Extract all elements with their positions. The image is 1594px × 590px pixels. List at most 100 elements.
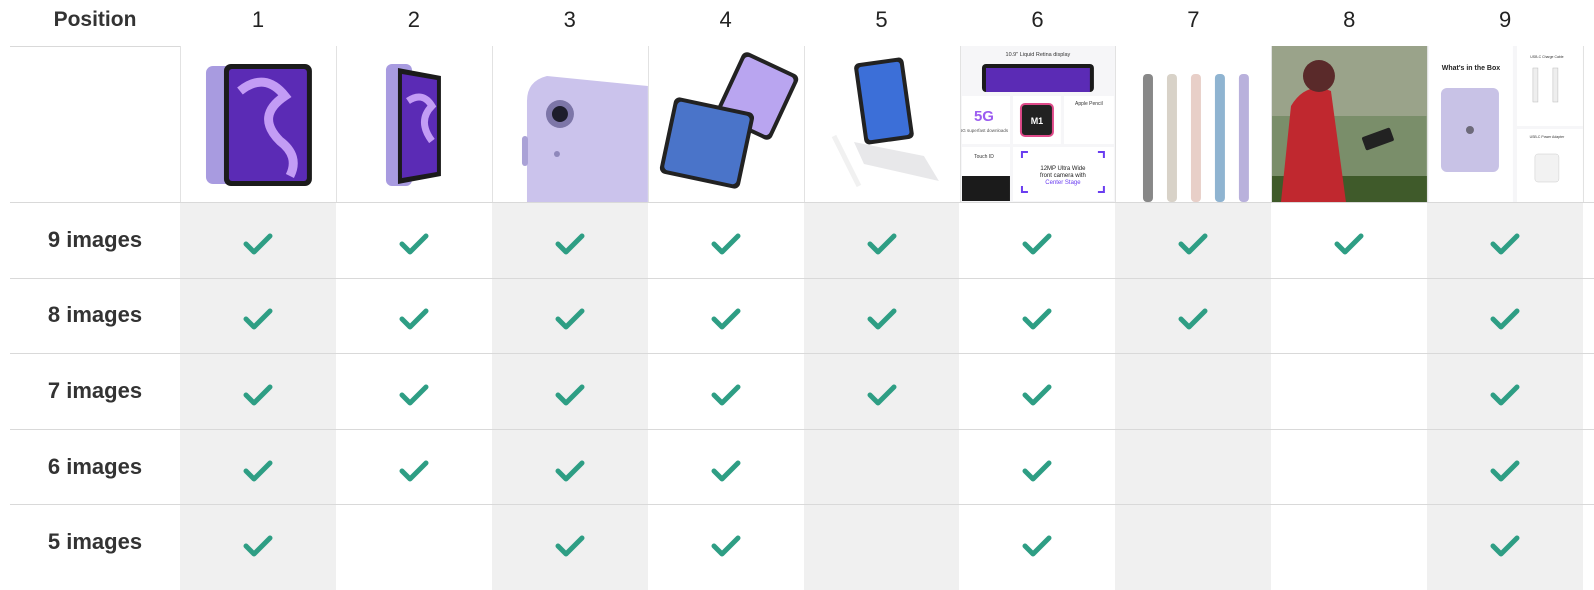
checkmark-icon xyxy=(867,308,897,330)
position-number-header: 6 xyxy=(1031,7,1044,32)
checkmark-icon xyxy=(711,535,741,557)
checkmark-icon xyxy=(399,308,429,330)
checkmark-icon xyxy=(399,233,429,255)
thumbnail-caption: USB-C Power Adapter xyxy=(1530,135,1565,139)
ipad-color-lineup-side-image xyxy=(1115,46,1272,202)
ipad-magic-keyboard-pencil-image xyxy=(803,46,960,202)
column-divider xyxy=(335,46,337,202)
check-cell xyxy=(648,206,804,282)
checkmark-icon xyxy=(399,460,429,482)
checkmark-icon xyxy=(1490,233,1520,255)
check-cell xyxy=(336,357,492,433)
checkmark-icon xyxy=(1490,460,1520,482)
row-label: 8 images xyxy=(47,302,143,328)
thumbnail-caption: 5G xyxy=(973,108,993,125)
checkmark-icon xyxy=(1178,233,1208,255)
column-divider xyxy=(180,46,181,202)
check-cell xyxy=(492,357,648,433)
ipad-gaming-two-devices-image xyxy=(647,46,804,202)
thumbnail-caption: Apple Pencil xyxy=(1075,101,1103,107)
check-cell xyxy=(336,206,492,282)
thumbnail-caption: front camera with xyxy=(1039,173,1085,179)
checkmark-icon xyxy=(1022,233,1052,255)
thumbnail-caption: 10.9" Liquid Retina display xyxy=(1005,52,1070,58)
checkmark-icon xyxy=(555,384,585,406)
thumbnail-caption: Touch ID xyxy=(974,154,994,160)
checkmark-icon xyxy=(867,233,897,255)
check-cell xyxy=(1271,206,1427,282)
check-cell xyxy=(804,206,960,282)
position-number-header: 9 xyxy=(1499,7,1512,32)
check-cell xyxy=(1115,282,1271,358)
check-cell xyxy=(1427,357,1583,433)
check-cell xyxy=(804,282,960,358)
ipad-front-purple-image xyxy=(180,46,336,202)
checkmark-icon xyxy=(711,460,741,482)
check-cell xyxy=(180,508,336,584)
checkmark-icon xyxy=(243,308,273,330)
thumbnail-caption: M1 xyxy=(1030,116,1042,126)
row-label: 5 images xyxy=(47,529,143,555)
check-cell xyxy=(492,282,648,358)
column-divider xyxy=(1115,46,1117,202)
position-number-header: 4 xyxy=(719,7,732,32)
header-divider xyxy=(10,46,180,47)
whats-in-the-box-image: What's in the Box USB-C Charge Cable USB-C… xyxy=(1427,46,1584,202)
check-cell xyxy=(492,433,648,509)
ipad-features-collage-image: 10.9" Liquid Retina display 5G 5G superfas… xyxy=(959,46,1116,202)
row-label: 6 images xyxy=(47,453,143,479)
thumbnail-caption: USB-C Charge Cable xyxy=(1530,55,1563,59)
checkmark-icon xyxy=(1490,384,1520,406)
check-cell xyxy=(180,282,336,358)
position-number-header: 7 xyxy=(1187,7,1200,32)
checkmark-icon xyxy=(1334,233,1364,255)
check-cell xyxy=(1427,282,1583,358)
checkmark-icon xyxy=(399,384,429,406)
image-position-table: Position 1 2 3 4 5 6 7 8 9 10.9" Liquid Retina dis… xyxy=(0,0,1594,590)
checkmark-icon xyxy=(555,535,585,557)
checkmark-icon xyxy=(711,384,741,406)
row-divider xyxy=(10,504,1594,506)
check-cell xyxy=(336,282,492,358)
check-cell xyxy=(492,206,648,282)
checkmark-icon xyxy=(1022,384,1052,406)
checkmark-icon xyxy=(555,308,585,330)
column-divider xyxy=(1427,46,1429,202)
person-using-ipad-photo xyxy=(1271,46,1428,202)
checkmark-icon xyxy=(1490,535,1520,557)
row-divider xyxy=(10,428,1594,430)
position-number-header: 1 xyxy=(251,7,265,32)
thumbnail-caption: 12MP Ultra Wide xyxy=(1040,166,1086,172)
column-divider xyxy=(1583,46,1585,202)
check-cell xyxy=(180,206,336,282)
ipad-angled-purple-image xyxy=(335,46,492,202)
check-cell xyxy=(492,508,648,584)
column-divider xyxy=(803,46,805,202)
position-number-header: 2 xyxy=(407,7,420,32)
checkmark-icon xyxy=(1490,308,1520,330)
check-cell xyxy=(1427,433,1583,509)
check-cell xyxy=(1427,508,1583,584)
checkmark-icon xyxy=(555,460,585,482)
checkmark-icon xyxy=(1178,308,1208,330)
position-number-header: 5 xyxy=(875,7,888,32)
column-divider xyxy=(959,46,961,202)
check-cell xyxy=(1427,206,1583,282)
check-cell xyxy=(336,433,492,509)
check-cell xyxy=(648,433,804,509)
row-divider xyxy=(10,353,1594,355)
check-cell xyxy=(960,357,1116,433)
check-cell xyxy=(804,357,960,433)
checkmark-icon xyxy=(1022,535,1052,557)
checkmark-icon xyxy=(243,535,273,557)
check-cell xyxy=(648,282,804,358)
position-number-header: 3 xyxy=(563,7,576,32)
checkmark-icon xyxy=(1022,460,1052,482)
column-divider xyxy=(491,46,493,202)
row-label: 9 images xyxy=(47,226,143,252)
position-header: Position xyxy=(53,8,137,31)
position-number-header: 8 xyxy=(1343,7,1356,32)
check-cell xyxy=(1115,206,1271,282)
thumbnail-caption: What's in the Box xyxy=(1442,65,1500,72)
ipad-back-camera-closeup-image xyxy=(491,46,648,202)
